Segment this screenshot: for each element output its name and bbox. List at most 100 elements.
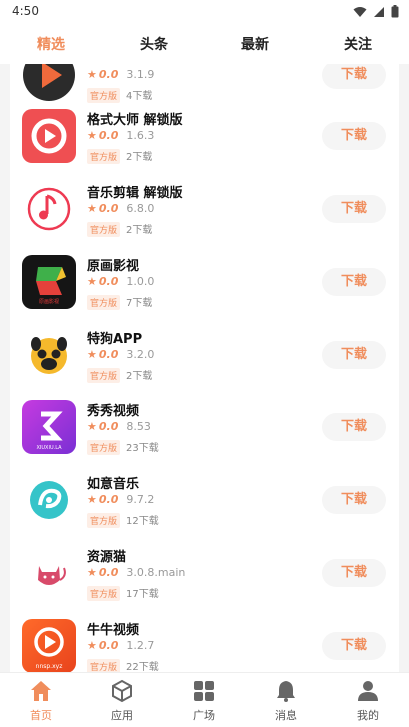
- app-row[interactable]: 特狗APP ★ 0.0 3.2.0 官方版 2下载 下载: [10, 328, 399, 401]
- tab-following[interactable]: 关注: [344, 34, 372, 54]
- download-count: 2下载: [126, 225, 153, 236]
- wifi-icon: [353, 6, 367, 17]
- official-badge: 官方版: [87, 513, 121, 528]
- meta-line: 官方版 2下载: [87, 367, 152, 383]
- official-badge: 官方版: [87, 368, 121, 383]
- app-row[interactable]: 资源猫 ★ 0.0 3.0.8.main 官方版 17下载 下载: [10, 546, 399, 619]
- download-button[interactable]: 下载: [322, 341, 386, 369]
- rating: 0.0: [98, 68, 119, 81]
- download-count: 4下载: [126, 91, 153, 102]
- svg-text:原画影视: 原画影视: [39, 298, 59, 305]
- download-button[interactable]: 下载: [322, 413, 386, 441]
- version: 3.2.0: [126, 348, 155, 361]
- app-row[interactable]: XIUXIU.LA 秀秀视频 ★ 0.0 8.53 官方版 23下载 下载: [10, 400, 399, 473]
- download-button[interactable]: 下载: [322, 486, 386, 514]
- download-button[interactable]: 下载: [322, 64, 386, 89]
- meta-line: 官方版 17下载: [87, 585, 159, 601]
- nav-apps[interactable]: 应用: [92, 679, 152, 723]
- official-badge: 官方版: [87, 222, 121, 237]
- format-master-icon: [22, 109, 76, 163]
- version: 9.7.2: [126, 493, 155, 506]
- meta-line: 官方版 2下载: [87, 148, 152, 164]
- download-count: 17下载: [126, 589, 159, 600]
- meta-line: 官方版 7下载: [87, 294, 152, 310]
- nav-square[interactable]: 广场: [174, 679, 234, 723]
- user-icon: [358, 681, 378, 701]
- top-tabs: 精选 头条 最新 关注: [0, 24, 409, 64]
- download-button[interactable]: 下载: [322, 195, 386, 223]
- meta-line: 官方版 4下载: [87, 87, 152, 103]
- app-name: 特狗APP: [87, 332, 143, 347]
- app-row[interactable]: nnsp.xyz 牛牛视频 ★ 0.0 1.2.7 官方版 22下载 下载: [10, 619, 399, 672]
- star-icon: ★: [87, 493, 97, 506]
- nav-mine[interactable]: 我的: [338, 679, 398, 723]
- box-icon: [112, 679, 132, 703]
- rating-line: ★ 0.0 1.2.7: [87, 639, 154, 652]
- nav-label: 广场: [193, 709, 215, 722]
- rating-line: ★ 0.0 1.0.0: [87, 275, 154, 288]
- svg-text:nnsp.xyz: nnsp.xyz: [36, 663, 63, 670]
- tab-headlines[interactable]: 头条: [140, 34, 168, 54]
- cat-icon: [22, 546, 76, 600]
- music-note-icon: [22, 182, 76, 236]
- app-name: 资源猫: [87, 550, 127, 565]
- yuanhua-icon: 原画影视: [22, 255, 76, 309]
- version: 3.1.9: [126, 68, 155, 81]
- meta-line: 官方版 2下载: [87, 221, 152, 237]
- rating: 0.0: [98, 566, 119, 579]
- app-name: 原画影视: [87, 259, 140, 274]
- app-row[interactable]: 格式大师 解锁版 ★ 0.0 1.6.3 官方版 2下载 下载: [10, 109, 399, 182]
- download-button[interactable]: 下载: [322, 632, 386, 660]
- download-button[interactable]: 下载: [322, 122, 386, 150]
- version: 3.0.8.main: [126, 566, 186, 579]
- status-icons: [353, 5, 399, 18]
- official-badge: 官方版: [87, 659, 121, 672]
- star-icon: ★: [87, 129, 97, 142]
- app-row[interactable]: 原画影视 原画影视 ★ 0.0 1.0.0 官方版 7下载 下载: [10, 255, 399, 328]
- grid-icon: [194, 681, 214, 701]
- rating-line: ★ 0.0 3.0.8.main: [87, 566, 185, 579]
- ruyi-icon: [22, 473, 76, 527]
- version: 6.8.0: [126, 202, 155, 215]
- app-name: 如意音乐: [87, 477, 140, 492]
- nav-label: 应用: [111, 709, 133, 722]
- app-name: 牛牛视频: [87, 623, 140, 638]
- rating: 0.0: [98, 639, 119, 652]
- bell-icon: [277, 681, 295, 702]
- version: 1.0.0: [126, 275, 155, 288]
- official-badge: 官方版: [87, 440, 121, 455]
- niuniu-icon: nnsp.xyz: [22, 619, 76, 672]
- signal-icon: [374, 6, 384, 17]
- app-list: ★ 0.0 3.1.9 官方版 4下载 下载 格式大师 解锁版 ★ 0.0 1.6.3 官…: [10, 64, 399, 672]
- rating: 0.0: [98, 348, 119, 361]
- download-button[interactable]: 下载: [322, 268, 386, 296]
- version: 1.2.7: [126, 639, 155, 652]
- bottom-nav: 首页 应用 广场 消息 我的: [0, 672, 409, 727]
- star-icon: ★: [87, 68, 97, 81]
- star-icon: ★: [87, 566, 97, 579]
- rating-line: ★ 0.0 6.8.0: [87, 202, 154, 215]
- rating: 0.0: [98, 493, 119, 506]
- star-icon: ★: [87, 275, 97, 288]
- star-icon: ★: [87, 202, 97, 215]
- meta-line: 官方版 12下载: [87, 512, 159, 528]
- download-button[interactable]: 下载: [322, 559, 386, 587]
- tab-latest[interactable]: 最新: [241, 34, 269, 54]
- rating: 0.0: [98, 420, 119, 433]
- pug-icon: [22, 328, 76, 382]
- nav-label: 首页: [30, 709, 52, 722]
- app-name: 格式大师 解锁版: [87, 113, 183, 128]
- app-name: 秀秀视频: [87, 404, 140, 419]
- tab-featured[interactable]: 精选: [37, 34, 65, 54]
- download-count: 2下载: [126, 371, 153, 382]
- official-badge: 官方版: [87, 149, 121, 164]
- app-row[interactable]: 音乐剪辑 解锁版 ★ 0.0 6.8.0 官方版 2下载 下载: [10, 182, 399, 255]
- nav-messages[interactable]: 消息: [256, 679, 316, 723]
- star-icon: ★: [87, 639, 97, 652]
- rating: 0.0: [98, 129, 119, 142]
- rating-line: ★ 0.0 8.53: [87, 420, 151, 433]
- svg-text:XIUXIU.LA: XIUXIU.LA: [36, 445, 62, 451]
- app-row[interactable]: 如意音乐 ★ 0.0 9.7.2 官方版 12下载 下载: [10, 473, 399, 546]
- meta-line: 官方版 23下载: [87, 439, 159, 455]
- nav-home[interactable]: 首页: [11, 679, 71, 723]
